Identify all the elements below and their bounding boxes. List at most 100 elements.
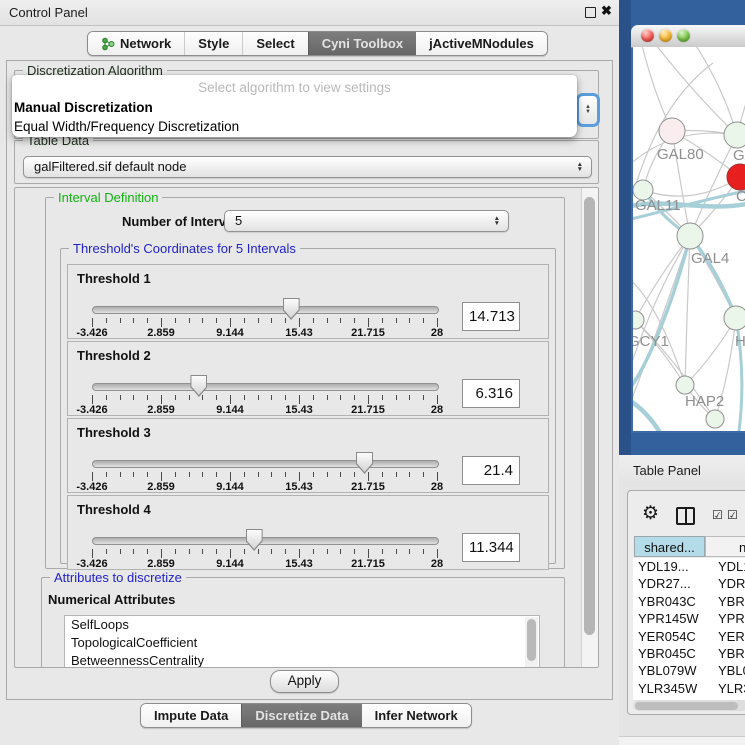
- vertical-scrollbar[interactable]: [581, 188, 598, 667]
- tick-mark: [437, 318, 438, 327]
- screen: Control Panel ✖ Network Style Select Cyn…: [0, 0, 745, 745]
- network-edge[interactable]: [643, 177, 740, 196]
- table-data-group: Table Data galFiltered.sif default node …: [14, 140, 599, 184]
- tick-mark: [244, 318, 245, 323]
- network-node-gal[interactable]: [724, 122, 745, 148]
- chevron-updown-icon: ▲▼: [577, 162, 583, 172]
- float-window-icon[interactable]: [585, 7, 596, 18]
- table-panel-titlebar: Table Panel: [619, 455, 745, 486]
- gear-icon[interactable]: ⚙: [642, 504, 659, 523]
- scrollbar-thumb[interactable]: [527, 619, 536, 661]
- column-header-name[interactable]: n: [705, 536, 745, 557]
- threshold-panel: Threshold 3-3.4262.8599.14415.4321.71528…: [67, 418, 549, 493]
- network-node-gal4[interactable]: [677, 223, 703, 249]
- dropdown-option-equal-width-frequency[interactable]: Equal Width/Frequency Discretization: [14, 117, 239, 136]
- scrollbar-thumb[interactable]: [584, 197, 595, 635]
- table-row[interactable]: YER054CYER0: [633, 628, 745, 645]
- checkbox-icon[interactable]: ☑: [712, 508, 723, 522]
- slider-track[interactable]: [92, 306, 439, 314]
- tick-mark: [313, 472, 314, 477]
- tick-mark: [368, 549, 369, 558]
- number-of-intervals-combobox[interactable]: 5 ▲▼: [224, 210, 509, 232]
- slider-track[interactable]: [92, 537, 439, 545]
- table-row[interactable]: YDL19...YDL1: [633, 558, 745, 575]
- list-scrollbar[interactable]: [525, 617, 538, 668]
- group-label: Interval Definition: [54, 190, 162, 205]
- slider-thumb[interactable]: [246, 529, 263, 551]
- network-node-gcy1[interactable]: [633, 311, 644, 329]
- traffic-light-minimize-icon[interactable]: [659, 29, 672, 42]
- tick-label: 28: [431, 558, 443, 570]
- tab-discretize-data[interactable]: Discretize Data: [241, 704, 361, 727]
- tick-mark: [92, 472, 93, 481]
- network-node-h[interactable]: [724, 306, 745, 330]
- tick-mark: [354, 472, 355, 477]
- network-node[interactable]: [706, 410, 724, 428]
- threshold-label: Threshold 3: [77, 425, 151, 440]
- table-row[interactable]: YPR145WYPR1: [633, 610, 745, 627]
- network-window-titlebar[interactable]: [631, 25, 745, 48]
- network-edge[interactable]: [690, 236, 736, 318]
- tick-mark: [92, 395, 93, 404]
- attribute-list-item[interactable]: TopologicalCoefficient: [65, 634, 539, 652]
- table-row[interactable]: YLR345WYLR3: [633, 680, 745, 697]
- cell-name: YBL0: [718, 662, 745, 679]
- table-row[interactable]: YBR043CYBR0: [633, 593, 745, 610]
- column-header-shared-name[interactable]: shared...: [634, 536, 705, 557]
- tab-label: Cyni Toolbox: [322, 36, 403, 51]
- network-edge-highlighted[interactable]: [690, 236, 736, 318]
- combobox-value: galFiltered.sif default node: [34, 159, 186, 174]
- tick-label: -3.426: [76, 558, 107, 570]
- table-row[interactable]: YDR27...YDR2: [633, 575, 745, 592]
- tick-mark: [271, 395, 272, 400]
- scrollbar-thumb[interactable]: [635, 702, 738, 710]
- threshold-value-field[interactable]: 14.713: [462, 302, 520, 331]
- threshold-value-field[interactable]: 11.344: [462, 533, 520, 562]
- checkbox-icon[interactable]: ☑: [727, 508, 738, 522]
- tab-infer-network[interactable]: Infer Network: [362, 704, 471, 727]
- tick-mark: [133, 549, 134, 554]
- network-node-gal80[interactable]: [659, 118, 685, 144]
- slider-thumb[interactable]: [283, 298, 300, 320]
- cell-shared-name: YBR045C: [638, 645, 696, 662]
- slider-thumb[interactable]: [356, 452, 373, 474]
- tab-label: Impute Data: [154, 708, 228, 723]
- network-edge[interactable]: [633, 236, 690, 377]
- tab-cyni-toolbox[interactable]: Cyni Toolbox: [308, 32, 416, 55]
- table-row[interactable]: YBL079WYBL0: [633, 662, 745, 679]
- network-node-hap2[interactable]: [676, 376, 694, 394]
- network-canvas[interactable]: GAL80GALCGAL11GAL4GCY1HHAP2: [633, 47, 745, 431]
- traffic-light-close-icon[interactable]: [641, 29, 654, 42]
- threshold-value-field[interactable]: 21.4: [462, 456, 520, 485]
- close-icon[interactable]: ✖: [601, 3, 612, 19]
- slider-track[interactable]: [92, 460, 439, 468]
- dropdown-option-manual-discretization[interactable]: Manual Discretization: [14, 98, 153, 117]
- split-view-icon[interactable]: [676, 507, 695, 525]
- network-node-c[interactable]: [727, 164, 745, 190]
- tick-mark: [216, 549, 217, 554]
- tab-jactivemnodules[interactable]: jActiveMNodules: [416, 32, 547, 55]
- attribute-list-item[interactable]: BetweennessCentrality: [65, 652, 539, 668]
- threshold-value-field[interactable]: 6.316: [462, 379, 520, 408]
- slider-thumb[interactable]: [190, 375, 207, 397]
- tick-label: 2.859: [147, 327, 175, 339]
- threshold-panel: Threshold 2-3.4262.8599.14415.4321.71528…: [67, 341, 549, 416]
- tab-network[interactable]: Network: [88, 32, 184, 55]
- table-row[interactable]: YBR045CYBR0: [633, 645, 745, 662]
- slider-track[interactable]: [92, 383, 439, 391]
- numerical-attributes-list[interactable]: SelfLoopsTopologicalCoefficientBetweenne…: [64, 615, 540, 668]
- table-data-combobox[interactable]: galFiltered.sif default node ▲▼: [23, 156, 592, 178]
- tab-impute-data[interactable]: Impute Data: [141, 704, 241, 727]
- tab-style[interactable]: Style: [184, 32, 242, 55]
- network-edge[interactable]: [685, 318, 736, 385]
- apply-button[interactable]: Apply: [270, 670, 339, 693]
- tab-select[interactable]: Select: [242, 32, 307, 55]
- attribute-list-item[interactable]: SelfLoops: [65, 616, 539, 634]
- horizontal-scrollbar[interactable]: [633, 700, 745, 711]
- network-edge[interactable]: [635, 236, 690, 320]
- combobox-value: 5: [235, 213, 242, 228]
- network-edge-highlighted[interactable]: [633, 399, 659, 431]
- network-edge[interactable]: [693, 47, 737, 135]
- algorithm-combobox-stepper[interactable]: ▲▼: [576, 93, 600, 127]
- traffic-light-zoom-icon[interactable]: [677, 29, 690, 42]
